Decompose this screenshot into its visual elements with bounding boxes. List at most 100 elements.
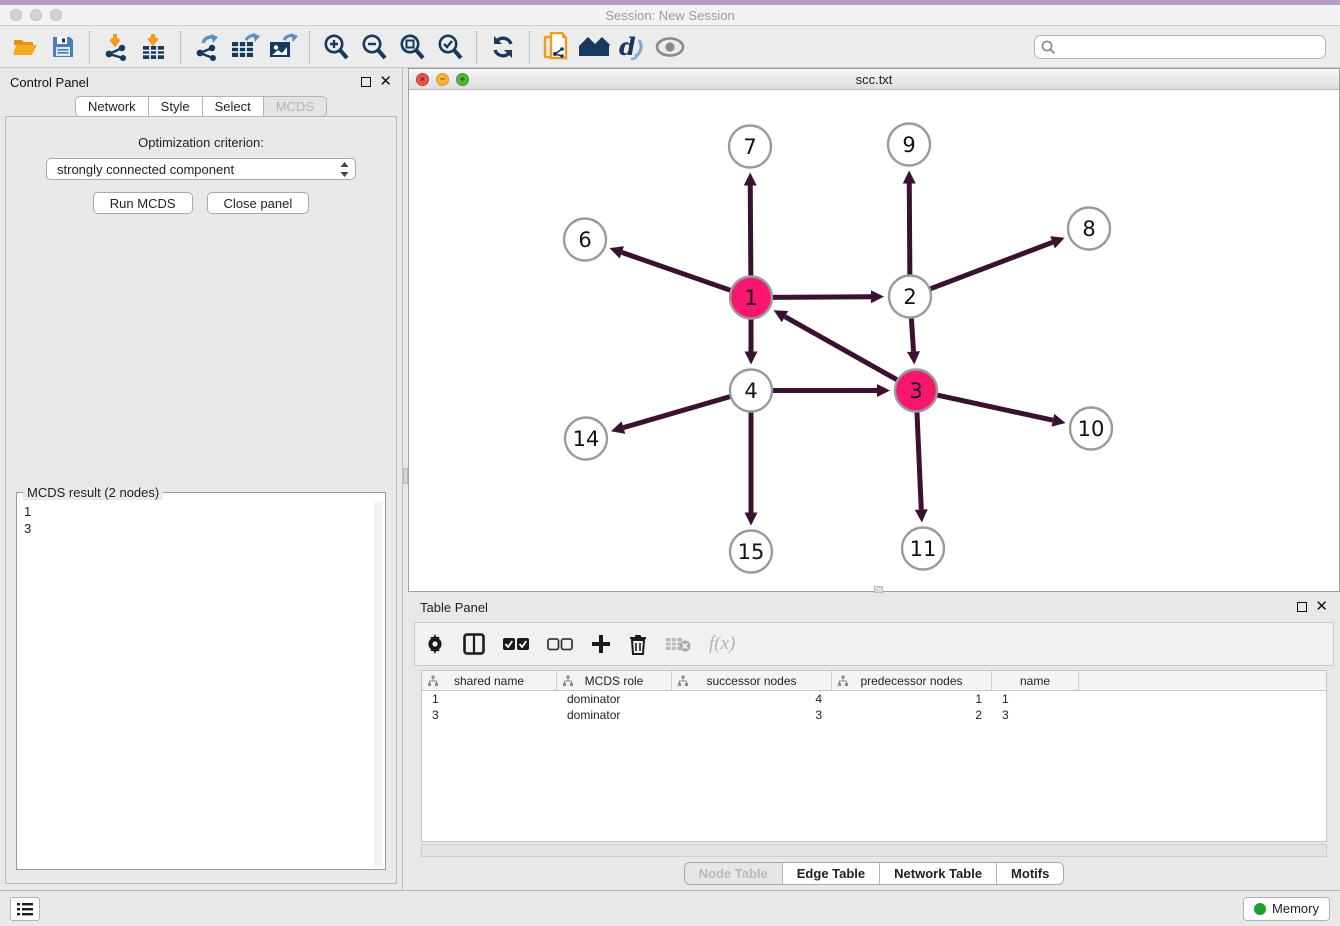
tab-edge-table[interactable]: Edge Table <box>782 863 879 884</box>
column-header-successor-nodes[interactable]: successor nodes <box>672 671 832 690</box>
function-builder-button[interactable]: f(x) <box>709 633 735 655</box>
table-cell[interactable]: 1 <box>422 691 557 707</box>
mcds-result-group: MCDS result (2 nodes) 13 <box>16 492 386 870</box>
tab-network-table[interactable]: Network Table <box>879 863 996 884</box>
clone-network-button[interactable] <box>539 30 573 64</box>
export-network-button[interactable] <box>190 30 224 64</box>
column-header-MCDS-role[interactable]: MCDS role <box>557 671 672 690</box>
deselect-all-button[interactable] <box>547 638 573 651</box>
table-cell[interactable]: dominator <box>557 691 672 707</box>
result-scrollbar[interactable] <box>374 502 383 867</box>
search-box <box>1034 35 1326 59</box>
edge-3-11[interactable] <box>917 411 921 509</box>
network-graph[interactable]: 1234678910111415 <box>409 90 1339 591</box>
close-panel-icon[interactable]: ✕ <box>379 77 392 87</box>
table-row[interactable]: 1dominator411 <box>422 691 1326 707</box>
table-settings-button[interactable] <box>425 634 445 654</box>
tab-node-table[interactable]: Node Table <box>685 863 782 884</box>
search-input[interactable] <box>1034 35 1326 59</box>
column-label: successor nodes <box>706 674 796 688</box>
table-cell[interactable]: 2 <box>832 707 992 723</box>
table-cell[interactable]: 1 <box>832 691 992 707</box>
show-columns-button[interactable] <box>463 633 485 655</box>
close-panel-button[interactable]: Close panel <box>207 192 310 214</box>
zoom-in-button[interactable] <box>319 30 353 64</box>
refresh-button[interactable] <box>486 30 520 64</box>
tab-network[interactable]: Network <box>75 96 149 117</box>
sort-hierarchy-icon <box>427 675 439 687</box>
edge-1-7[interactable] <box>750 185 751 276</box>
save-session-button[interactable] <box>46 30 80 64</box>
memory-button[interactable]: Memory <box>1243 897 1330 921</box>
delete-table-button[interactable] <box>665 636 691 652</box>
import-network-icon <box>102 33 130 61</box>
table-body: 1dominator4113dominator323 <box>422 691 1326 723</box>
toolbar-separator <box>529 31 530 63</box>
node-label-15: 15 <box>738 540 765 564</box>
column-header-predecessor-nodes[interactable]: predecessor nodes <box>832 671 992 690</box>
export-table-button[interactable] <box>228 30 262 64</box>
node-label-3: 3 <box>909 379 922 403</box>
table-row[interactable]: 3dominator323 <box>422 707 1326 723</box>
zoom-selected-button[interactable] <box>433 30 467 64</box>
open-session-button[interactable] <box>8 30 42 64</box>
column-header-shared-name[interactable]: shared name <box>422 671 557 690</box>
horizontal-splitter-handle[interactable] <box>874 586 883 593</box>
table-cell[interactable]: 3 <box>422 707 557 723</box>
arrowhead-1-2 <box>871 290 884 303</box>
table-cell[interactable]: 3 <box>992 707 1079 723</box>
first-neighbors-button[interactable] <box>577 30 611 64</box>
show-hide-button[interactable] <box>653 30 687 64</box>
tab-motifs[interactable]: Motifs <box>996 863 1063 884</box>
edge-2-9[interactable] <box>909 183 910 275</box>
edge-2-8[interactable] <box>930 242 1053 289</box>
edge-1-6[interactable] <box>622 252 731 290</box>
column-header-name[interactable]: name <box>992 671 1079 690</box>
edge-3-1[interactable] <box>785 317 898 381</box>
diffusion-button[interactable]: d <box>615 30 649 64</box>
criterion-select[interactable]: strongly connected component <box>46 158 356 180</box>
mcds-result-list[interactable]: 13 <box>18 501 384 868</box>
import-table-icon <box>140 33 168 61</box>
table-scrollbar[interactable] <box>421 844 1327 857</box>
table-cell[interactable]: dominator <box>557 707 672 723</box>
close-table-panel-icon[interactable]: ✕ <box>1315 602 1328 612</box>
delete-column-button[interactable] <box>629 634 647 655</box>
table-cell[interactable]: 4 <box>672 691 832 707</box>
task-history-button[interactable] <box>10 897 40 921</box>
tab-style[interactable]: Style <box>149 96 203 117</box>
network-close-button[interactable]: × <box>416 73 429 86</box>
create-column-button[interactable] <box>591 634 611 654</box>
gear-icon <box>425 634 445 654</box>
node-table[interactable]: shared nameMCDS role successor nodes prede… <box>421 670 1327 842</box>
app-window: Session: New Session <box>0 0 1340 926</box>
sort-hierarchy-icon <box>677 675 689 687</box>
network-minimize-button[interactable]: − <box>436 73 449 86</box>
export-image-button[interactable] <box>266 30 300 64</box>
table-cell[interactable]: 1 <box>992 691 1079 707</box>
network-maximize-button[interactable]: + <box>456 73 469 86</box>
zoom-window-button[interactable] <box>50 9 62 21</box>
zoom-out-button[interactable] <box>357 30 391 64</box>
tab-select[interactable]: Select <box>203 96 264 117</box>
float-table-panel-icon[interactable] <box>1297 602 1307 612</box>
import-network-button[interactable] <box>99 30 133 64</box>
memory-label: Memory <box>1272 901 1319 916</box>
float-panel-icon[interactable] <box>361 77 371 87</box>
edge-4-14[interactable] <box>623 396 730 427</box>
edge-1-2[interactable] <box>772 297 871 298</box>
open-folder-icon <box>12 34 38 60</box>
edge-2-3[interactable] <box>911 317 913 351</box>
import-table-button[interactable] <box>137 30 171 64</box>
arrowhead-1-4 <box>745 352 758 365</box>
run-mcds-button[interactable]: Run MCDS <box>93 192 193 214</box>
tab-mcds[interactable]: MCDS <box>264 96 327 117</box>
table-cell[interactable]: 3 <box>672 707 832 723</box>
edge-3-10[interactable] <box>937 395 1053 420</box>
toolbar-separator <box>309 31 310 63</box>
zoom-fit-button[interactable] <box>395 30 429 64</box>
select-all-button[interactable] <box>503 638 529 651</box>
minimize-window-button[interactable] <box>30 9 42 21</box>
arrowhead-4-14 <box>611 421 625 433</box>
close-window-button[interactable] <box>10 9 22 21</box>
